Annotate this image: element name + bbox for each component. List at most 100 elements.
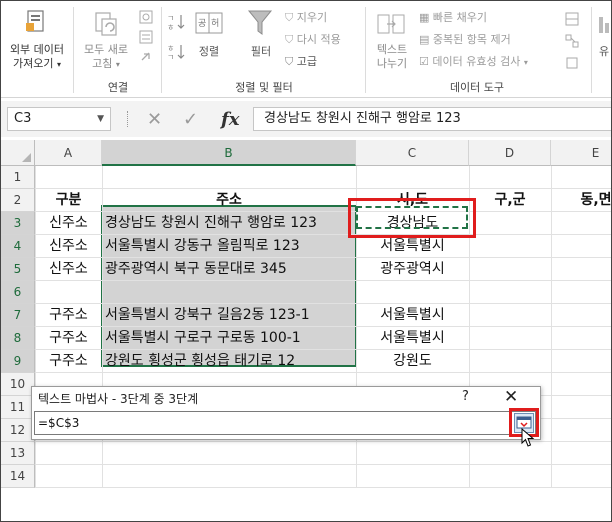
gridline-vertical [551, 166, 552, 488]
column-header-a[interactable]: A [35, 140, 102, 166]
cell-a7[interactable]: 구주소 [35, 304, 102, 327]
connections-icon[interactable] [139, 9, 153, 28]
flash-fill-button[interactable]: ▦ 빠른 채우기 [419, 11, 487, 25]
properties-icon[interactable] [139, 29, 153, 48]
name-box-value: C3 [14, 111, 32, 126]
data-validation-button[interactable]: ☑ 데이터 유효성 검사 ▾ [419, 55, 528, 70]
row-header-4[interactable]: 4 [1, 235, 35, 258]
cell-b9[interactable]: 강원도 횡성군 횡성읍 태기로 12 [102, 350, 359, 373]
data-model-icon[interactable] [565, 55, 579, 74]
formula-bar: C3 ▼ ✕ ✓ fx 경상남도 창원시 진해구 행암로 123 [1, 101, 611, 137]
clear-filter-button[interactable]: ⛉ 지우기 [285, 11, 327, 25]
reapply-button[interactable]: ⛉ 다시 적용 [285, 33, 341, 47]
ribbon-separator [73, 7, 74, 93]
cell-a5[interactable]: 신주소 [35, 258, 102, 281]
row-header-10[interactable]: 10 [1, 373, 35, 396]
cell-c4[interactable]: 서울특별시 [356, 235, 469, 258]
row-header-8[interactable]: 8 [1, 327, 35, 350]
remove-duplicates-icon: ▤ [419, 33, 430, 46]
dropdown-arrow-icon[interactable]: ▼ [97, 108, 104, 130]
row-header-14[interactable]: 14 [1, 465, 35, 488]
advanced-filter-button[interactable]: ⛉ 고급 [285, 55, 317, 69]
sort-descending-icon[interactable]: ㅎㄱ [167, 43, 185, 65]
close-button[interactable]: ✕ [504, 387, 518, 407]
what-if-analysis-partial-label[interactable]: 유 [599, 45, 609, 59]
column-header-b[interactable]: B [102, 140, 356, 166]
cell-c8[interactable]: 서울특별시 [356, 327, 469, 350]
row-header-2[interactable]: 2 [1, 189, 35, 212]
cell-c7[interactable]: 서울특별시 [356, 304, 469, 327]
cell-b8[interactable]: 서울특별시 구로구 구로동 100-1 [102, 327, 359, 350]
forecast-icon [597, 13, 611, 41]
gridline-horizontal [35, 487, 611, 488]
data-tools-group-label: 데이터 도구 [449, 81, 505, 94]
cancel-icon[interactable]: ✕ [147, 109, 162, 130]
svg-text:ㄱ: ㄱ [167, 14, 174, 23]
svg-text:ㄱ: ㄱ [167, 53, 174, 61]
svg-text:ㅎ: ㅎ [167, 44, 174, 53]
select-all-corner[interactable] [1, 140, 35, 166]
cell-c5[interactable]: 광주광역시 [356, 258, 469, 281]
header-cell-d2[interactable]: 구,군 [469, 189, 551, 212]
row-header-7[interactable]: 7 [1, 304, 35, 327]
reapply-icon: ⛉ [285, 33, 294, 46]
destination-reference-input[interactable]: =$C$3 [34, 411, 536, 435]
remove-duplicates-label: 중복된 항목 제거 [432, 33, 511, 46]
text-wizard-dialog: 텍스트 마법사 - 3단계 중 3단계 ? ✕ =$C$3 [31, 386, 541, 440]
insert-function-icon[interactable]: fx [221, 109, 239, 130]
row-header-1[interactable]: 1 [1, 166, 35, 189]
formula-input[interactable]: 경상남도 창원시 진해구 행암로 123 [253, 107, 611, 131]
row-header-3[interactable]: 3 [1, 212, 35, 235]
cell-a4[interactable]: 신주소 [35, 235, 102, 258]
ribbon-separator [591, 7, 592, 93]
cell-b3[interactable]: 경상남도 창원시 진해구 행암로 123 [102, 212, 359, 235]
filter-button[interactable]: 필터 [239, 45, 283, 59]
cell-a8[interactable]: 구주소 [35, 327, 102, 350]
remove-duplicates-button[interactable]: ▤ 중복된 항목 제거 [419, 33, 511, 47]
refresh-all-button[interactable]: 모두 새로 고침 ▾ [77, 43, 135, 72]
row-header-9[interactable]: 9 [1, 350, 35, 373]
clear-filter-icon: ⛉ [285, 11, 294, 24]
external-data-button[interactable]: 외부 데이터 가져오기 ▾ [3, 43, 71, 72]
name-box[interactable]: C3 ▼ [7, 107, 111, 131]
cell-b7[interactable]: 서울특별시 강북구 길음2동 123-1 [102, 304, 359, 327]
cell-c9[interactable]: 강원도 [356, 350, 469, 373]
help-button[interactable]: ? [462, 389, 469, 404]
refresh-all-icon [93, 11, 119, 41]
header-cell-e2[interactable]: 동,면 [551, 189, 611, 212]
column-header-c[interactable]: C [356, 140, 469, 166]
flash-fill-label: 빠른 채우기 [432, 11, 488, 24]
edit-links-icon[interactable] [139, 49, 153, 68]
cell-a9[interactable]: 구주소 [35, 350, 102, 373]
row-header-6[interactable]: 6 [1, 281, 35, 304]
reapply-label: 다시 적용 [296, 33, 341, 46]
dropdown-arrow-icon: ▾ [56, 60, 61, 69]
column-header-e[interactable]: E [551, 140, 611, 166]
cell-b4[interactable]: 서울특별시 강동구 올림픽로 123 [102, 235, 359, 258]
header-cell-b2[interactable]: 주소 [102, 189, 356, 212]
dialog-title: 텍스트 마법사 - 3단계 중 3단계 [38, 392, 199, 406]
column-header-d[interactable]: D [469, 140, 551, 166]
dropdown-arrow-icon: ▾ [523, 58, 528, 67]
worksheet-grid[interactable]: ABCDE 1 2 3 4 5 6 7 8 9 10 11 12 13 14 구분 주소 시,도 구,군 동,면 신… [1, 140, 611, 521]
relationships-icon[interactable] [565, 33, 579, 52]
sort-ascending-icon[interactable]: ㄱㅎ [167, 13, 185, 35]
highlight-box-c3 [348, 198, 476, 238]
sort-button[interactable]: 정렬 [191, 45, 227, 59]
enter-icon[interactable]: ✓ [183, 109, 198, 130]
row-header-11[interactable]: 11 [1, 396, 35, 419]
row-header-12[interactable]: 12 [1, 419, 35, 442]
formula-bar-grip[interactable] [127, 111, 130, 127]
consolidate-icon[interactable] [565, 11, 579, 30]
ribbon-separator [161, 7, 162, 93]
header-cell-a2[interactable]: 구분 [35, 189, 102, 212]
cell-b5[interactable]: 광주광역시 북구 동문대로 345 [102, 258, 359, 281]
row-header-13[interactable]: 13 [1, 442, 35, 465]
ribbon-data-tab: 외부 데이터 가져오기 ▾ 모두 새로 고침 ▾ 연결 ㄱ ㅎ ㅎ ㄱ 공 허 … [1, 1, 611, 98]
connections-group-label: 연결 [107, 81, 129, 94]
mouse-pointer-icon [521, 427, 535, 452]
cell-a3[interactable]: 신주소 [35, 212, 102, 235]
row-header-5[interactable]: 5 [1, 258, 35, 281]
gridline-horizontal [35, 464, 611, 465]
text-to-columns-button[interactable]: 텍스트 나누기 [367, 43, 417, 71]
